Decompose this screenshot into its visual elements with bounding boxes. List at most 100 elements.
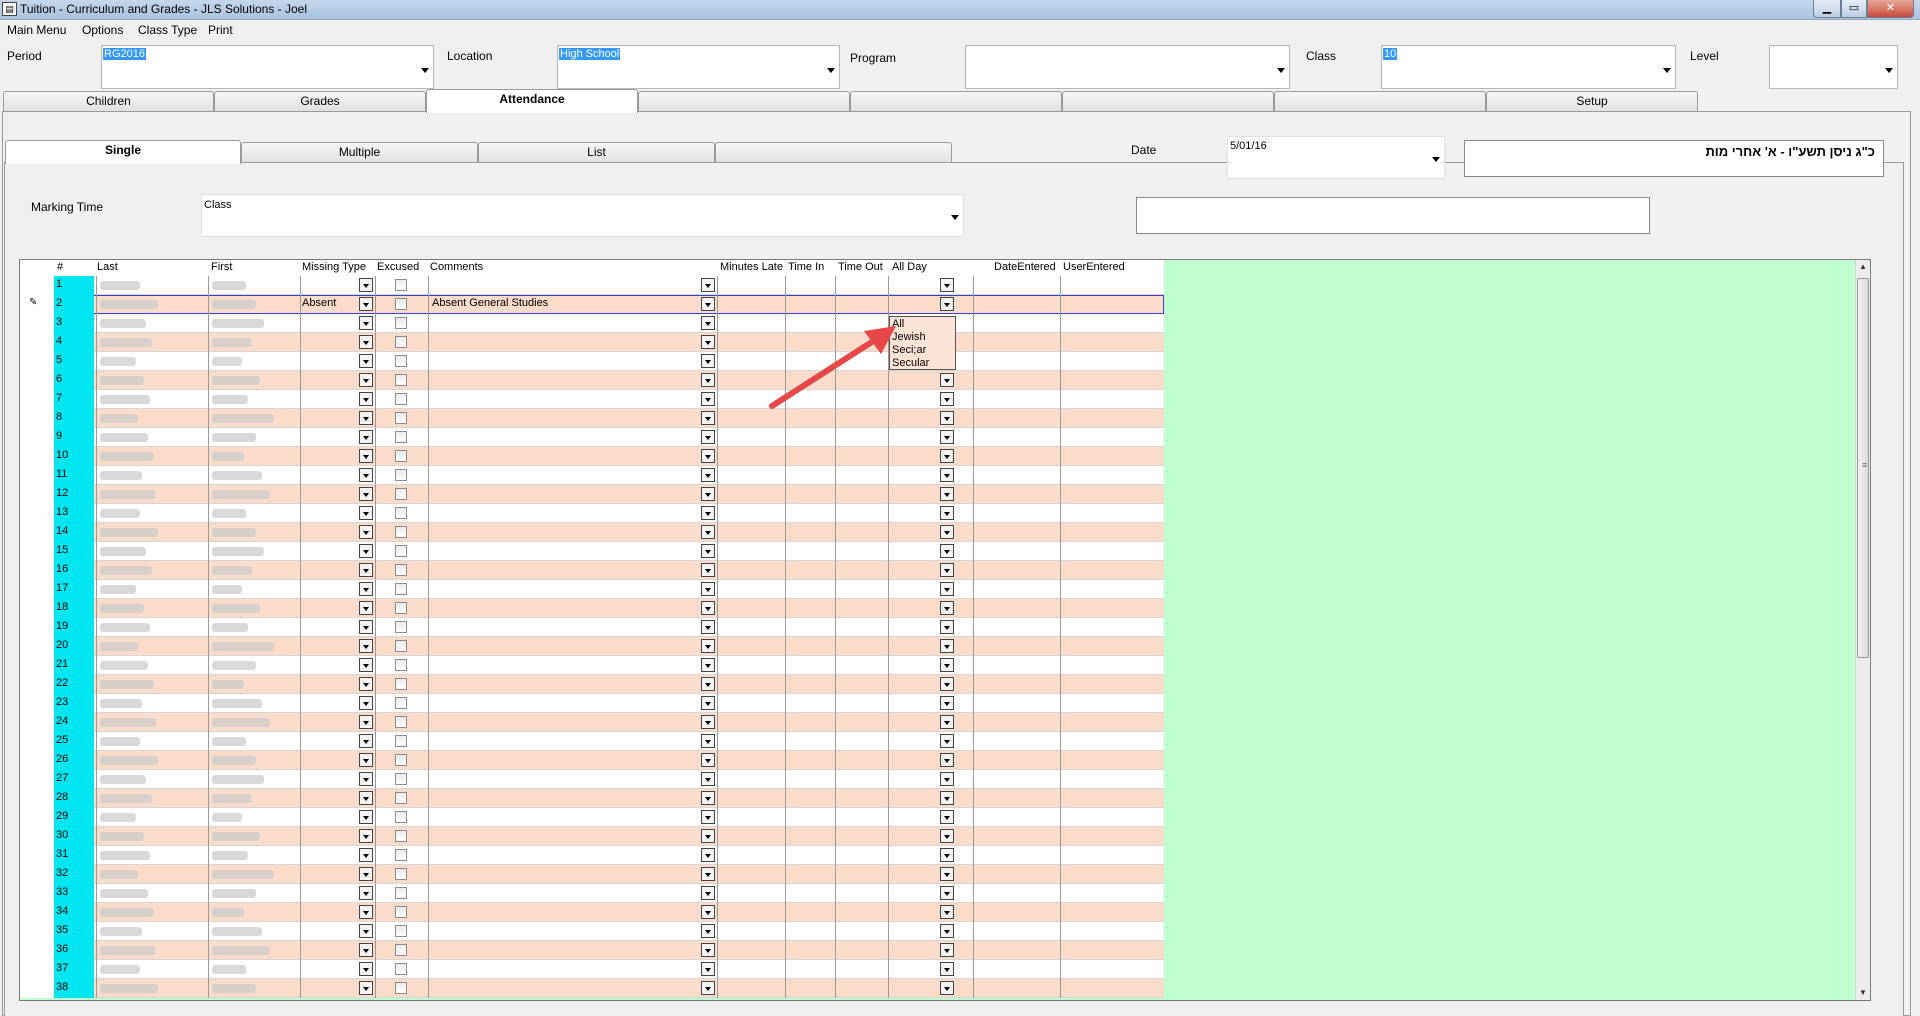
row-selector[interactable] xyxy=(20,599,54,618)
all-day-dropdown[interactable] xyxy=(940,829,954,843)
comments-dropdown[interactable] xyxy=(701,962,715,976)
excused-checkbox[interactable] xyxy=(395,431,407,443)
table-row[interactable]: 24 xyxy=(20,713,1164,732)
comments-dropdown[interactable] xyxy=(701,829,715,843)
scrollbar-thumb[interactable]: ≡ xyxy=(1857,278,1869,658)
all-day-dropdown[interactable] xyxy=(940,620,954,634)
all-day-dropdown[interactable] xyxy=(940,981,954,995)
excused-checkbox[interactable] xyxy=(395,564,407,576)
row-selector[interactable] xyxy=(20,903,54,922)
excused-checkbox[interactable] xyxy=(395,716,407,728)
comments-dropdown[interactable] xyxy=(701,677,715,691)
excused-checkbox[interactable] xyxy=(395,811,407,823)
comments-dropdown[interactable] xyxy=(701,981,715,995)
all-day-dropdown[interactable] xyxy=(940,411,954,425)
notes-box[interactable] xyxy=(1136,197,1650,234)
row-selector[interactable] xyxy=(20,352,54,371)
menu-options[interactable]: Options xyxy=(82,23,123,37)
all-day-dropdown[interactable] xyxy=(940,392,954,406)
table-row[interactable]: 6 xyxy=(20,371,1164,390)
comments-dropdown[interactable] xyxy=(701,449,715,463)
row-selector[interactable] xyxy=(20,637,54,656)
missing-type-dropdown[interactable] xyxy=(359,962,373,976)
tab-blank-4[interactable] xyxy=(1274,91,1486,111)
menu-main-menu[interactable]: Main Menu xyxy=(7,23,66,37)
comments-dropdown[interactable] xyxy=(701,772,715,786)
excused-checkbox[interactable] xyxy=(395,317,407,329)
missing-type-value[interactable]: Absent xyxy=(302,297,336,309)
row-selector[interactable] xyxy=(20,580,54,599)
missing-type-dropdown[interactable] xyxy=(359,411,373,425)
excused-checkbox[interactable] xyxy=(395,450,407,462)
comments-dropdown[interactable] xyxy=(701,867,715,881)
comments-dropdown[interactable] xyxy=(701,905,715,919)
row-selector[interactable] xyxy=(20,979,54,998)
all-day-dropdown[interactable] xyxy=(940,848,954,862)
all-day-dropdown[interactable] xyxy=(940,791,954,805)
row-selector[interactable] xyxy=(20,675,54,694)
comments-dropdown[interactable] xyxy=(701,544,715,558)
table-row[interactable]: 12 xyxy=(20,485,1164,504)
comments-dropdown[interactable] xyxy=(701,278,715,292)
row-selector[interactable] xyxy=(20,808,54,827)
location-combo[interactable]: High School xyxy=(557,45,840,89)
all-day-dropdown[interactable] xyxy=(940,544,954,558)
col-header-minutes-late[interactable]: Minutes Late xyxy=(720,261,783,273)
table-row[interactable]: 37 xyxy=(20,960,1164,979)
missing-type-dropdown[interactable] xyxy=(359,278,373,292)
table-row[interactable]: 34 xyxy=(20,903,1164,922)
table-row[interactable]: 8 xyxy=(20,409,1164,428)
marking-time-combo[interactable]: Class xyxy=(201,194,964,237)
missing-type-dropdown[interactable] xyxy=(359,468,373,482)
row-selector[interactable] xyxy=(20,504,54,523)
table-row[interactable]: 29 xyxy=(20,808,1164,827)
comments-dropdown[interactable] xyxy=(701,658,715,672)
row-selector[interactable] xyxy=(20,884,54,903)
table-row[interactable]: 30 xyxy=(20,827,1164,846)
excused-checkbox[interactable] xyxy=(395,412,407,424)
missing-type-dropdown[interactable] xyxy=(359,582,373,596)
missing-type-dropdown[interactable] xyxy=(359,316,373,330)
all-day-dropdown[interactable] xyxy=(940,430,954,444)
missing-type-dropdown[interactable] xyxy=(359,696,373,710)
excused-checkbox[interactable] xyxy=(395,982,407,994)
excused-checkbox[interactable] xyxy=(395,678,407,690)
menu-print[interactable]: Print xyxy=(208,23,233,37)
excused-checkbox[interactable] xyxy=(395,640,407,652)
all-day-dropdown[interactable] xyxy=(940,715,954,729)
all-day-dropdown[interactable] xyxy=(940,924,954,938)
comments-dropdown[interactable] xyxy=(701,506,715,520)
missing-type-dropdown[interactable] xyxy=(359,734,373,748)
excused-checkbox[interactable] xyxy=(395,336,407,348)
row-selector[interactable] xyxy=(20,960,54,979)
all-day-dropdown[interactable] xyxy=(940,734,954,748)
menu-class-type[interactable]: Class Type xyxy=(138,23,197,37)
excused-checkbox[interactable] xyxy=(395,963,407,975)
table-row[interactable]: 20 xyxy=(20,637,1164,656)
period-combo[interactable]: RG2016 xyxy=(101,45,434,89)
chevron-down-icon[interactable] xyxy=(827,68,835,73)
comments-dropdown[interactable] xyxy=(701,810,715,824)
row-selector[interactable] xyxy=(20,941,54,960)
excused-checkbox[interactable] xyxy=(395,279,407,291)
comments-dropdown[interactable] xyxy=(701,392,715,406)
table-row[interactable]: ✎ 2 Absent Absent General Studies xyxy=(20,295,1164,314)
missing-type-dropdown[interactable] xyxy=(359,639,373,653)
table-row[interactable]: 7 xyxy=(20,390,1164,409)
row-selector[interactable] xyxy=(20,561,54,580)
tab-setup[interactable]: Setup xyxy=(1486,91,1698,111)
comments-dropdown[interactable] xyxy=(701,354,715,368)
row-selector[interactable] xyxy=(20,447,54,466)
table-row[interactable]: 32 xyxy=(20,865,1164,884)
all-day-dropdown[interactable] xyxy=(940,297,954,311)
comments-dropdown[interactable] xyxy=(701,430,715,444)
missing-type-dropdown[interactable] xyxy=(359,620,373,634)
all-day-dropdown[interactable] xyxy=(940,487,954,501)
table-row[interactable]: 4 xyxy=(20,333,1164,352)
tab-blank-2[interactable] xyxy=(850,91,1062,111)
comments-dropdown[interactable] xyxy=(701,715,715,729)
tab-single[interactable]: Single xyxy=(5,140,241,164)
all-day-dropdown[interactable] xyxy=(940,468,954,482)
comments-dropdown[interactable] xyxy=(701,411,715,425)
all-day-dropdown[interactable] xyxy=(940,639,954,653)
